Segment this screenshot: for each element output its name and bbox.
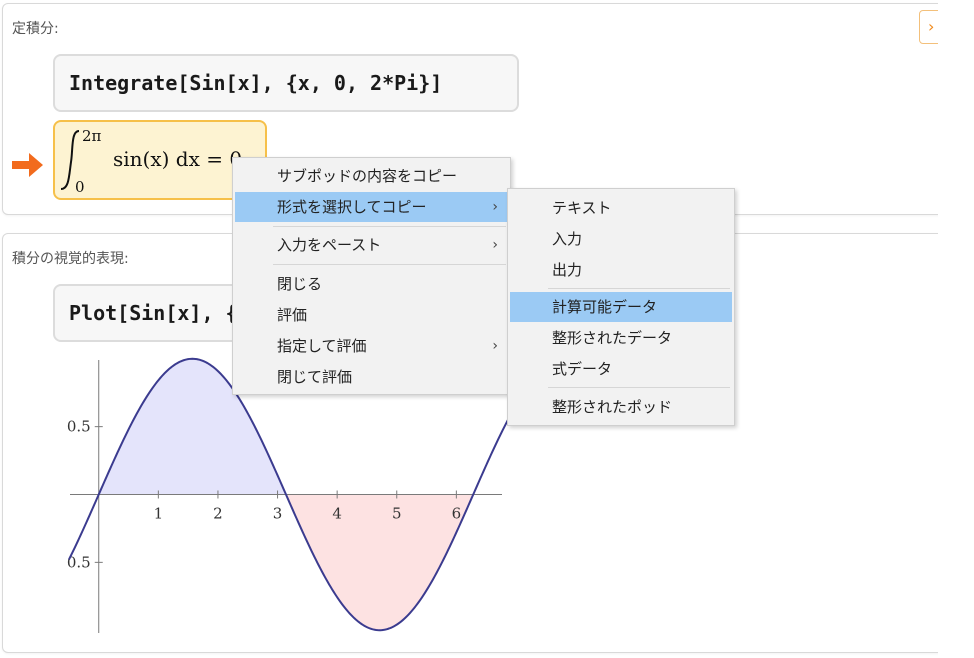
submenu-item-expression-data[interactable]: 式データ bbox=[510, 354, 732, 384]
x-tick-label: 4 bbox=[332, 505, 342, 523]
submenu-item-formatted-data[interactable]: 整形されたデータ bbox=[510, 323, 732, 353]
page-edge bbox=[938, 0, 974, 658]
menu-separator bbox=[548, 288, 730, 289]
submenu-item-computable-data[interactable]: 計算可能データ bbox=[510, 292, 732, 322]
y-tick-label: 0.5 bbox=[67, 418, 91, 436]
plot-input-box[interactable]: Plot[Sin[x], {x, 0, 2*Pi}, Filling -> Ax… bbox=[53, 284, 245, 342]
x-tick-label: 5 bbox=[392, 505, 402, 523]
menu-item-close-and-evaluate[interactable]: 閉じて評価 bbox=[235, 362, 508, 392]
menu-item-evaluate[interactable]: 評価 bbox=[235, 300, 508, 330]
submenu-item-formatted-pod[interactable]: 整形されたポッド bbox=[510, 392, 732, 422]
submenu-item-output[interactable]: 出力 bbox=[510, 255, 732, 285]
chevron-right-icon: › bbox=[492, 338, 498, 354]
menu-item-evaluate-with[interactable]: 指定して評価 › bbox=[235, 331, 508, 361]
context-menu: サブポッドの内容をコピー 形式を選択してコピー › 入力をペースト › 閉じる 評価… bbox=[232, 157, 511, 395]
menu-separator bbox=[273, 226, 506, 227]
submenu-item-input[interactable]: 入力 bbox=[510, 224, 732, 254]
menu-item-close[interactable]: 閉じる bbox=[235, 269, 508, 299]
menu-item-copy-as[interactable]: 形式を選択してコピー › bbox=[235, 192, 508, 222]
x-tick-label: 2 bbox=[213, 505, 223, 523]
negative-area-fill bbox=[285, 494, 474, 631]
x-tick-label: 3 bbox=[273, 505, 283, 523]
menu-separator bbox=[548, 387, 730, 388]
arrow-right-icon bbox=[12, 153, 43, 177]
menu-separator bbox=[273, 264, 506, 265]
lower-limit: 0 bbox=[75, 178, 85, 196]
menu-item-copy-subpod[interactable]: サブポッドの内容をコピー bbox=[235, 161, 508, 191]
integrate-input-box[interactable]: Integrate[Sin[x], {x, 0, 2*Pi}] bbox=[53, 54, 519, 112]
menu-item-paste-input[interactable]: 入力をペースト › bbox=[235, 230, 508, 260]
pod-title: 積分の視覚的表現: bbox=[12, 251, 129, 267]
copy-as-submenu: テキスト 入力 出力 計算可能データ 整形されたデータ 式データ 整形されたポッ… bbox=[507, 188, 735, 426]
x-tick-label: 6 bbox=[452, 505, 462, 523]
submenu-item-text[interactable]: テキスト bbox=[510, 193, 732, 223]
integrand: sin(x) dx = 0 bbox=[113, 147, 242, 171]
chevron-right-icon: › bbox=[492, 237, 498, 253]
chevron-right-icon: › bbox=[492, 199, 498, 215]
pod-title: 定積分: bbox=[12, 21, 59, 37]
x-tick-label: 1 bbox=[154, 505, 164, 523]
upper-limit: 2π bbox=[82, 127, 102, 145]
